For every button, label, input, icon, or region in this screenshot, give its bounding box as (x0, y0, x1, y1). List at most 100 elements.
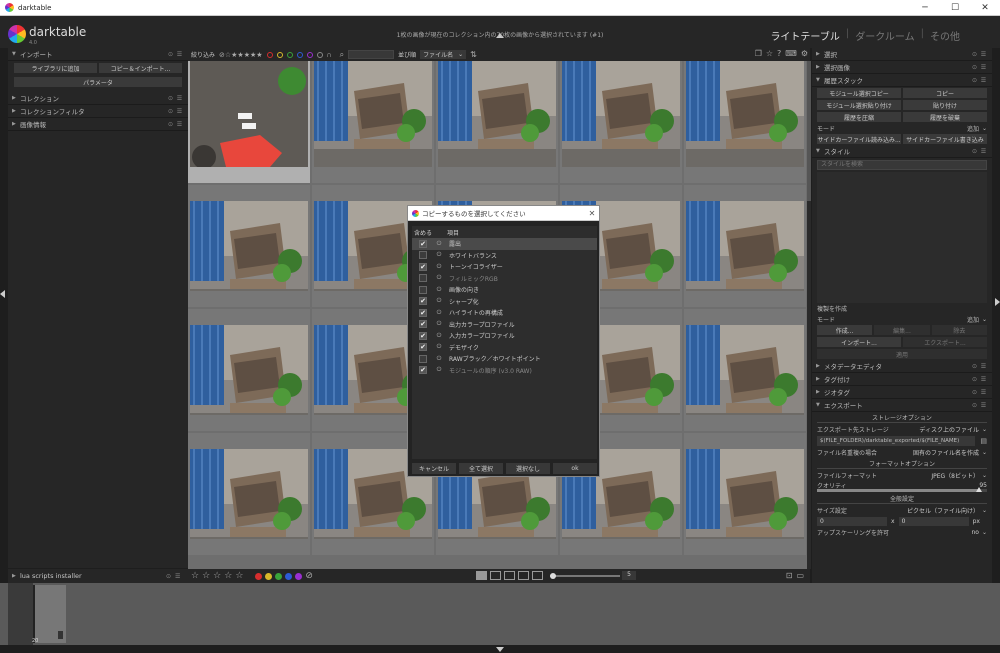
presets-icon[interactable]: ☰ (979, 389, 988, 396)
width-input[interactable]: 0 (817, 517, 887, 526)
focus-peaking-icon[interactable]: ⊡ (786, 571, 793, 580)
edit-style-button[interactable]: 編集... (874, 325, 930, 335)
color-filter-gray[interactable] (316, 51, 323, 58)
reset-icon[interactable]: ⊙ (166, 108, 175, 115)
include-checkbox[interactable]: ✔ (419, 320, 427, 329)
file-format-select[interactable]: ファイルフォーマット JPEG（8ビット） ⌄ (812, 470, 992, 481)
module-geotagging[interactable]: ▶ ジオタグ ⊙ ☰ (812, 386, 992, 399)
include-checkbox[interactable]: ✔ (419, 262, 427, 271)
reset-icon[interactable]: ⊙ (970, 389, 979, 396)
rate-star-1[interactable]: ☆ (191, 571, 199, 581)
presets-icon[interactable]: ☰ (175, 573, 184, 580)
target-storage-select[interactable]: エクスポート先ストレージ ディスク上のファイル ⌄ (812, 424, 992, 435)
clear-color-icon[interactable]: ⊘ (305, 571, 313, 581)
dialog-close-icon[interactable]: ✕ (585, 209, 599, 218)
presets-icon[interactable]: ☰ (175, 51, 184, 58)
presets-icon[interactable]: ☰ (175, 95, 184, 102)
color-operator-icon[interactable]: ∩ (327, 51, 332, 59)
collapse-bottom-panel-icon[interactable] (496, 647, 504, 652)
export-path-input[interactable]: $(FILE_FOLDER)/darktable_exported/$(FILE… (817, 436, 976, 446)
list-item[interactable]: ⏻ フィルミックRGB (412, 273, 597, 285)
apply-style-button[interactable]: 適用 (817, 349, 987, 359)
load-sidecar-button[interactable]: サイドカーファイル読み込み... (817, 134, 901, 144)
style-search-input[interactable]: スタイルを検索 (817, 160, 987, 170)
help-icon[interactable]: ? (777, 49, 781, 58)
reset-icon[interactable]: ⊙ (970, 376, 979, 383)
color-filter-green[interactable] (286, 51, 293, 58)
color-label-yellow[interactable] (265, 572, 273, 580)
import-params-toggle[interactable]: パラメータ (14, 77, 182, 87)
presets-icon[interactable]: ☰ (175, 108, 184, 115)
view-darkroom[interactable]: ダークルーム (855, 28, 914, 43)
thumbnail-zoom-slider[interactable] (550, 573, 620, 579)
module-history-stack[interactable]: ▼ 履歴スタック ⊙ ☰ (812, 74, 992, 87)
reset-icon[interactable]: ⊙ (970, 77, 979, 84)
module-select[interactable]: ▶ 選択 ⊙ ☰ (812, 48, 992, 61)
thumbnail[interactable] (188, 309, 310, 431)
list-item[interactable]: ✔ ⏻ モジュールの順序 (v3.0 RAW) (412, 365, 597, 377)
scrollbar-thumb[interactable] (807, 61, 811, 201)
thumbnail[interactable] (684, 309, 806, 431)
list-item[interactable]: ⏻ ホワイトバランス (412, 250, 597, 262)
select-all-button[interactable]: 全て選択 (459, 463, 503, 474)
styles-mode-select[interactable]: モード 追加 ⌄ (812, 314, 992, 324)
upscale-select[interactable]: アップスケーリングを許可 no ⌄ (812, 527, 992, 538)
list-item[interactable]: ✔ ⏻ ハイライトの再構成 (412, 307, 597, 319)
remove-style-button[interactable]: 除去 (931, 325, 987, 335)
list-item[interactable]: ✔ ⏻ シャープ化 (412, 296, 597, 308)
include-checkbox[interactable] (419, 354, 427, 363)
import-style-button[interactable]: インポート... (817, 337, 901, 347)
presets-icon[interactable]: ☰ (979, 376, 988, 383)
thumbnail[interactable] (684, 61, 806, 183)
module-styles[interactable]: ▼ スタイル ⊙ ☰ (812, 145, 992, 158)
module-import[interactable]: ▼ インポート ⊙ ☰ (8, 48, 188, 61)
thumbnail[interactable] (560, 61, 682, 183)
styles-list[interactable] (817, 172, 987, 303)
include-checkbox[interactable] (419, 285, 427, 294)
minimize-button[interactable]: ─ (910, 3, 940, 13)
presets-icon[interactable]: ☰ (979, 51, 988, 58)
color-label-blue[interactable] (285, 572, 293, 580)
color-label-green[interactable] (275, 572, 283, 580)
add-to-library-button[interactable]: ライブラリに追加 (14, 63, 97, 73)
list-item[interactable]: ✔ ⏻ 入力カラープロファイル (412, 330, 597, 342)
list-item[interactable]: ✔ ⏻ 露出 (412, 238, 597, 250)
rate-star-4[interactable]: ☆ (224, 571, 232, 581)
module-list[interactable]: 含める 項目 ✔ ⏻ 露出 ⏻ ホワイトバランス ✔ ⏻ トーンイコライザー ⏻ フィルミックRG… (412, 226, 597, 459)
color-filter-red[interactable] (266, 51, 273, 58)
rate-star-5[interactable]: ☆ (235, 571, 243, 581)
include-checkbox[interactable] (419, 274, 427, 283)
grid-scrollbar[interactable] (807, 61, 811, 569)
include-checkbox[interactable]: ✔ (419, 297, 427, 306)
culling-layout-icon[interactable] (504, 571, 515, 580)
thumbnail[interactable] (436, 61, 558, 183)
module-image-info[interactable]: ▶ 画像情報 ⊙ ☰ (8, 118, 188, 131)
slider-knob[interactable] (550, 573, 556, 579)
filemanager-layout-icon[interactable] (476, 571, 487, 580)
thumbnail[interactable] (312, 61, 434, 183)
shortcuts-icon[interactable]: ⌨ (785, 49, 797, 58)
text-search-input[interactable] (348, 50, 395, 59)
export-style-button[interactable]: エクスポート... (903, 337, 987, 347)
collapse-left-panel-icon[interactable] (0, 290, 5, 298)
close-button[interactable]: ✕ (970, 3, 1000, 13)
view-other[interactable]: その他 (930, 28, 960, 43)
compress-history-button[interactable]: 履歴を圧縮 (817, 112, 901, 122)
presets-icon[interactable]: ☰ (979, 148, 988, 155)
create-style-button[interactable]: 作成... (817, 325, 873, 335)
presets-icon[interactable]: ☰ (979, 77, 988, 84)
reset-icon[interactable]: ⊙ (970, 64, 979, 71)
history-mode-select[interactable]: モード 追加 ⌄ (812, 123, 992, 133)
reset-icon[interactable]: ⊙ (970, 51, 979, 58)
maximize-button[interactable]: ☐ (940, 3, 970, 13)
module-export[interactable]: ▼ エクスポート ⊙ ☰ (812, 399, 992, 412)
rating-filter[interactable]: ⊘☆★★★★★ (219, 51, 263, 59)
sort-select[interactable]: ファイル名 ⌄ (420, 50, 467, 59)
copy-button[interactable]: コピー (903, 88, 987, 98)
thumbnail[interactable] (188, 185, 310, 307)
reset-icon[interactable]: ⊙ (166, 573, 175, 580)
module-selected-images[interactable]: ▶ 選択画像 ⊙ ☰ (812, 61, 992, 74)
selective-copy-button[interactable]: モジュール選択コピー (817, 88, 901, 98)
reset-icon[interactable]: ⊙ (970, 148, 979, 155)
ok-button[interactable]: ok (553, 463, 597, 474)
